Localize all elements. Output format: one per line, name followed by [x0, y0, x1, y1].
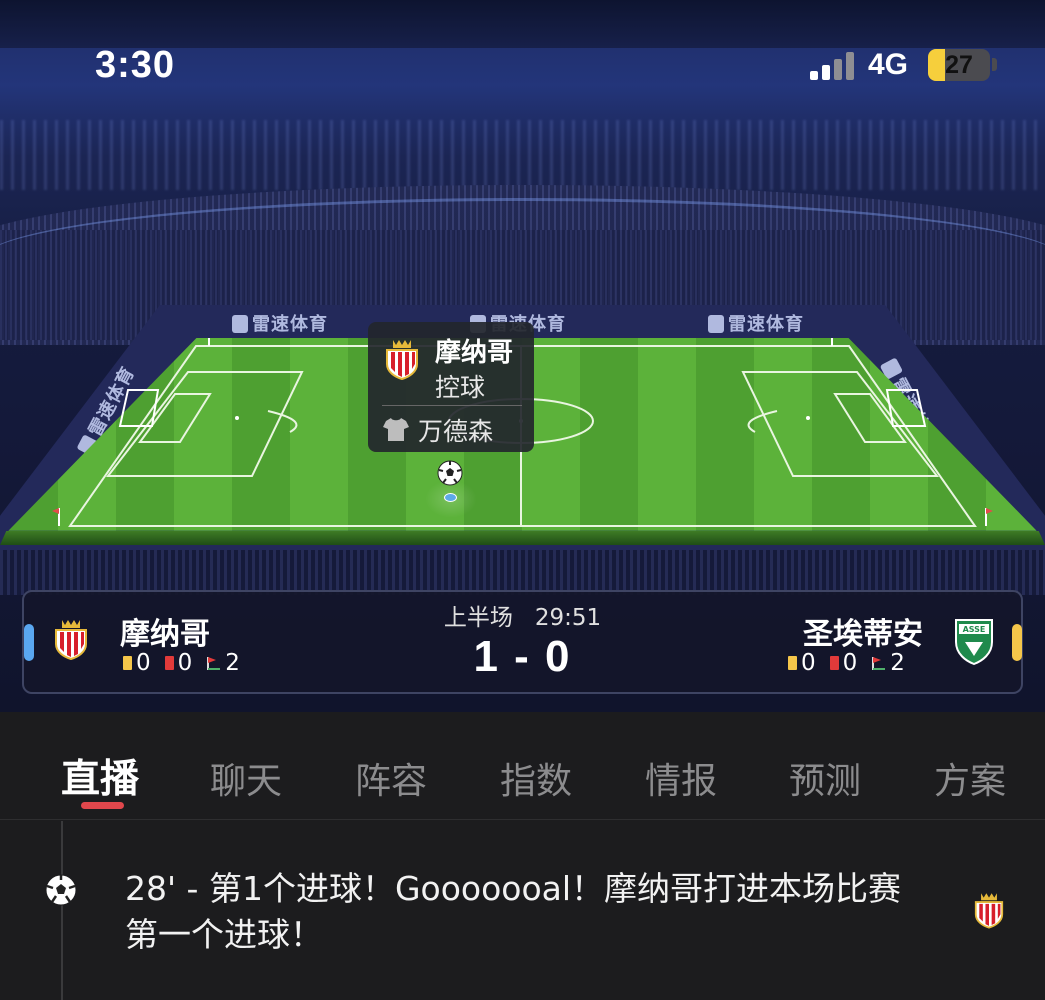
- match-period-label: 上半场: [443, 605, 513, 631]
- ball-position-marker: [444, 493, 457, 502]
- battery-level: 27: [945, 51, 973, 79]
- monaco-crest-icon: [974, 893, 1004, 929]
- network-type: 4G: [868, 48, 909, 81]
- tab-chat[interactable]: 聊天: [210, 752, 282, 804]
- away-corners: 2: [890, 650, 905, 676]
- tab-plans[interactable]: 方案: [934, 752, 1006, 804]
- stadium-roof: [0, 0, 1045, 48]
- tab-intel[interactable]: 情报: [645, 752, 717, 804]
- battery-nub: [992, 58, 997, 71]
- ad-board: 雷速体育: [232, 310, 328, 336]
- match-clock: 29:51: [534, 605, 602, 631]
- status-time: 3:30: [95, 44, 176, 86]
- status-bar: 3:30 4G 27: [0, 44, 1045, 90]
- tab-bar: 直播 聊天 阵容 指数 情报 预测 方案: [0, 712, 1045, 820]
- corner-kick-icon: [872, 657, 886, 670]
- battery-icon: 27: [928, 49, 990, 81]
- lower-stands: [0, 545, 1045, 595]
- svg-text:ASSE: ASSE: [963, 625, 986, 634]
- soccer-ball-icon: [45, 874, 77, 906]
- popup-player-name: 万德森: [418, 417, 494, 446]
- stadium-lights: [0, 120, 1045, 190]
- red-card-icon: [829, 656, 839, 670]
- possession-popup: 摩纳哥 控球 万德森: [368, 322, 534, 452]
- shirt-icon: [383, 418, 409, 441]
- away-team-stats: 0 0 2: [788, 650, 905, 676]
- tab-prediction[interactable]: 预测: [789, 752, 861, 804]
- feed-event-text: 28' - 第1个进球！Gooooooal！摩纳哥打进本场比赛第一个进球！: [125, 869, 902, 954]
- away-yellow-cards: 0: [801, 650, 816, 676]
- cellular-signal-icon: [810, 52, 858, 80]
- monaco-crest-icon: [386, 340, 418, 380]
- popup-team-name: 摩纳哥: [435, 338, 514, 368]
- popup-divider: [382, 405, 522, 406]
- active-tab-indicator: [81, 802, 124, 809]
- away-red-cards: 0: [842, 650, 858, 676]
- ad-board: 雷速体育: [708, 310, 804, 336]
- popup-action: 控球: [435, 373, 486, 402]
- tab-lineup[interactable]: 阵容: [355, 752, 427, 804]
- away-team-name: 圣埃蒂安: [803, 617, 923, 652]
- saint-etienne-crest-icon: ASSE: [955, 619, 993, 666]
- tab-odds[interactable]: 指数: [500, 752, 572, 804]
- yellow-card-icon: [788, 656, 797, 670]
- tab-live[interactable]: 直播: [61, 748, 139, 804]
- timeline-line: [61, 821, 63, 1000]
